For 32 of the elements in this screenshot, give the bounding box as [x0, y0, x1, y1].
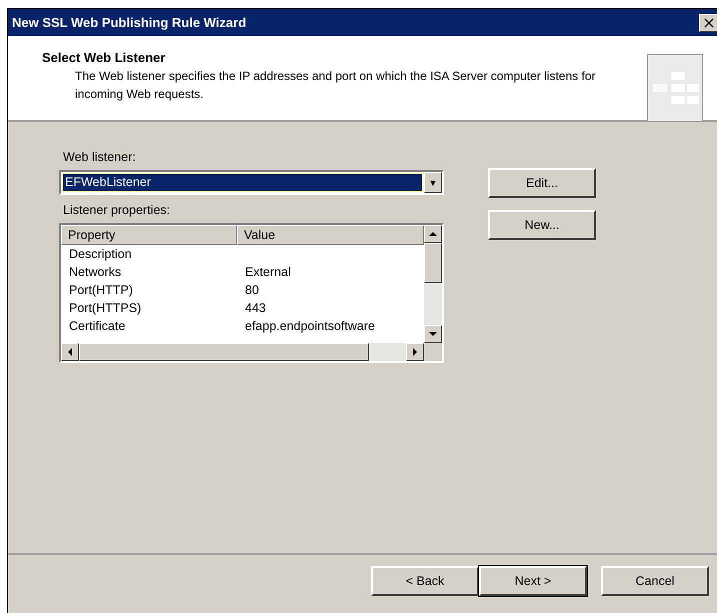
wizard-button[interactable]: < Back	[371, 566, 479, 596]
table-cell-text: efapp.endpointsoftware	[244, 318, 376, 335]
table-cell-text: Certificate	[68, 318, 126, 335]
column-header[interactable]: Value	[237, 225, 424, 245]
table-cell-text: External	[244, 264, 292, 281]
dialog-button[interactable]: New...	[488, 210, 596, 240]
page-description: The Web listener specifies the IP addresses and port on which the ISA Server computer listens for incoming Web requests.	[75, 68, 596, 103]
dropdown-arrow-button[interactable]: ▼	[424, 172, 442, 193]
table-cell-text: Description	[68, 246, 133, 263]
table-cell-text: 443	[244, 300, 267, 317]
column-header[interactable]: Property	[61, 225, 237, 245]
wizard-button[interactable]: Next >	[479, 566, 587, 596]
table-cell-text: Port(HTTP)	[68, 282, 134, 299]
scroll-left-icon	[66, 348, 74, 356]
scroll-down-icon	[429, 330, 437, 338]
dropdown-value: EFWebListener	[63, 174, 422, 191]
listener-dropdown[interactable]: EFWebListener ▼	[59, 170, 444, 195]
table-cell-text: 80	[244, 282, 260, 299]
horizontal-scrollbar[interactable]	[61, 343, 424, 361]
page-title: Select Web Listener	[42, 50, 166, 65]
scrollbar-corner	[424, 343, 442, 361]
field-label: Web listener:	[63, 150, 137, 164]
scroll-right-icon	[411, 348, 419, 356]
scroll-up-icon	[429, 230, 437, 238]
table-cell-text: Networks	[68, 264, 122, 281]
window-title: New SSL Web Publishing Rule Wizard	[12, 15, 246, 30]
close-button[interactable]: ×	[699, 14, 717, 32]
vertical-scrollbar[interactable]	[424, 225, 442, 343]
dialog-button[interactable]: Edit...	[488, 168, 596, 198]
table-cell-text: Port(HTTPS)	[68, 300, 142, 317]
wizard-button[interactable]: Cancel	[601, 566, 709, 596]
field-label: Listener properties:	[63, 203, 172, 217]
